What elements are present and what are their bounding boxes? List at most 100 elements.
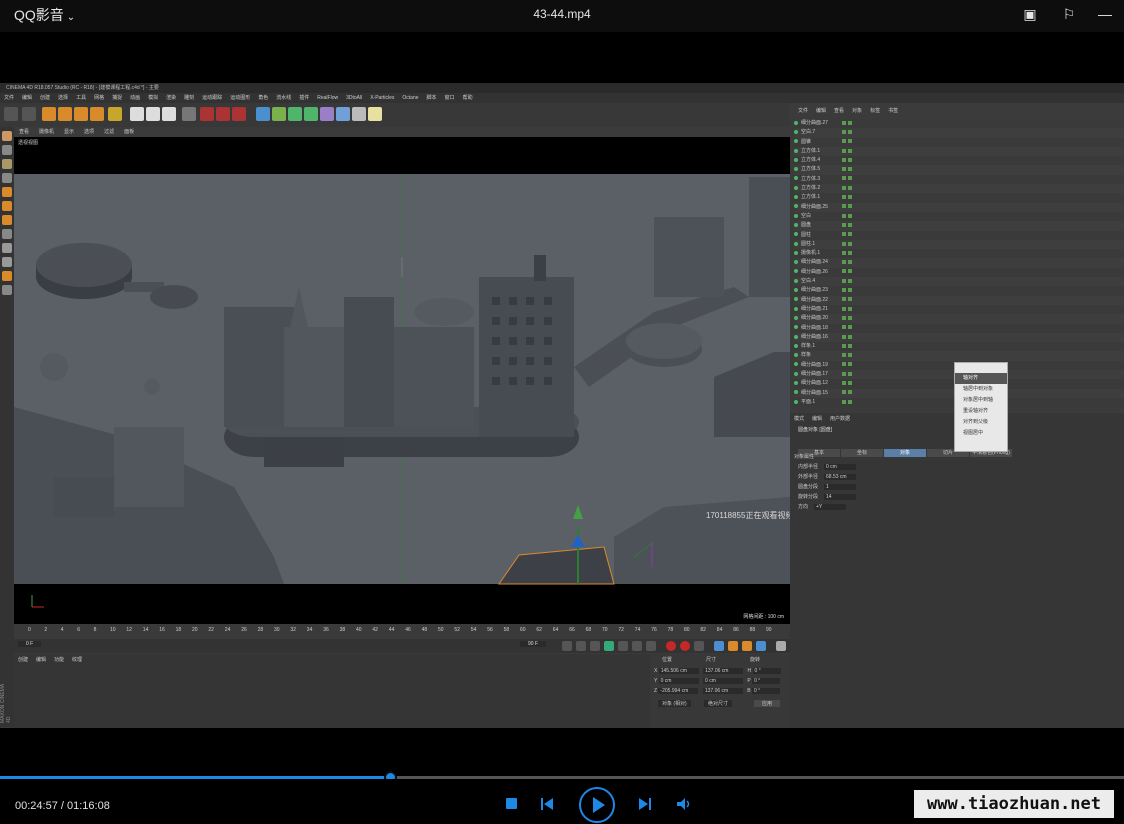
timeline-menu-icon[interactable] xyxy=(776,641,786,651)
menu-item[interactable]: 文件 xyxy=(4,95,14,101)
object-flags[interactable] xyxy=(842,314,854,323)
visibility-icon[interactable] xyxy=(842,288,846,293)
object-list-item[interactable]: 圆锥 xyxy=(794,137,1124,147)
object-list-item[interactable]: 细分曲面.25 xyxy=(794,202,1124,212)
visibility-icon[interactable] xyxy=(842,250,846,255)
position-field[interactable]: 145.506 cm xyxy=(658,668,699,674)
object-list-item[interactable]: 立方体.1 xyxy=(794,193,1124,203)
object-flags[interactable] xyxy=(842,119,854,128)
texture-icon[interactable] xyxy=(2,159,12,169)
model-icon[interactable] xyxy=(2,145,12,155)
pen-icon[interactable] xyxy=(272,107,286,121)
array-icon[interactable] xyxy=(304,107,318,121)
timeline[interactable]: 0 2 4 6 8 10 12 14 16 18 20 22 24 26 28 30 32 34 36 38 40 42 4… xyxy=(14,624,790,654)
visibility-icon[interactable] xyxy=(842,176,846,181)
key-scale-icon[interactable] xyxy=(728,641,738,651)
object-flags[interactable] xyxy=(842,231,854,240)
light-icon[interactable] xyxy=(368,107,382,121)
render-flag-icon[interactable] xyxy=(848,362,852,367)
visibility-icon[interactable] xyxy=(842,390,846,395)
subdivision-icon[interactable] xyxy=(288,107,302,121)
rotation-field[interactable]: 0 ° xyxy=(752,668,781,674)
visibility-icon[interactable] xyxy=(842,260,846,265)
y-axis-icon[interactable] xyxy=(146,107,160,121)
om-menu-item[interactable]: 标签 xyxy=(870,108,880,114)
position-field[interactable]: -205.994 cm xyxy=(658,688,699,694)
object-list-item[interactable]: 细分曲面.20 xyxy=(794,314,1124,324)
context-menu-item[interactable]: 轴居中到对象 xyxy=(955,384,1007,395)
attr-value-field[interactable]: 14 xyxy=(824,494,857,500)
render-flag-icon[interactable] xyxy=(848,157,852,162)
material-menu-item[interactable]: 编辑 xyxy=(36,657,46,663)
menu-item[interactable]: 窗口 xyxy=(445,95,455,101)
object-flags[interactable] xyxy=(842,175,854,184)
visibility-icon[interactable] xyxy=(842,148,846,153)
attr-menu-item[interactable]: 模式 xyxy=(794,416,804,422)
visibility-icon[interactable] xyxy=(842,213,846,218)
object-flags[interactable] xyxy=(842,351,854,360)
menu-item[interactable]: 动画 xyxy=(130,95,140,101)
render-flag-icon[interactable] xyxy=(848,139,852,144)
rotation-field[interactable]: 0 ° xyxy=(751,688,780,694)
object-list-item[interactable]: 圆盘 xyxy=(794,221,1124,231)
magnet-icon[interactable] xyxy=(2,271,12,281)
object-list-item[interactable]: 立方体.5 xyxy=(794,165,1124,175)
visibility-icon[interactable] xyxy=(842,157,846,162)
go-end-icon[interactable] xyxy=(646,641,656,651)
snap-icon[interactable] xyxy=(2,243,12,253)
render-flag-icon[interactable] xyxy=(848,390,852,395)
scale-icon[interactable] xyxy=(74,107,88,121)
object-flags[interactable] xyxy=(842,286,854,295)
render-flag-icon[interactable] xyxy=(848,185,852,190)
deformer-icon[interactable] xyxy=(320,107,334,121)
points-icon[interactable] xyxy=(2,187,12,197)
menu-item[interactable]: 工具 xyxy=(76,95,86,101)
redo-icon[interactable] xyxy=(22,107,36,121)
next-icon[interactable] xyxy=(638,797,652,811)
menu-item[interactable]: 创建 xyxy=(40,95,50,101)
context-menu-item[interactable]: 轴对齐 xyxy=(955,373,1007,384)
key-param-icon[interactable] xyxy=(756,641,766,651)
visibility-icon[interactable] xyxy=(842,380,846,385)
render-flag-icon[interactable] xyxy=(848,334,852,339)
visibility-icon[interactable] xyxy=(842,325,846,330)
z-axis-icon[interactable] xyxy=(162,107,176,121)
render-flag-icon[interactable] xyxy=(848,399,852,404)
visibility-icon[interactable] xyxy=(842,232,846,237)
object-flags[interactable] xyxy=(842,193,854,202)
render-flag-icon[interactable] xyxy=(848,195,852,200)
play-button[interactable] xyxy=(578,786,616,824)
select-icon[interactable] xyxy=(42,107,56,121)
viewport-menu-item[interactable]: 摄像机 xyxy=(39,129,54,135)
render-flag-icon[interactable] xyxy=(848,204,852,209)
om-menu-item[interactable]: 编辑 xyxy=(816,108,826,114)
object-flags[interactable] xyxy=(842,361,854,370)
object-list-item[interactable]: 细分曲面.16 xyxy=(794,332,1124,343)
visibility-icon[interactable] xyxy=(842,353,846,358)
menu-item[interactable]: 渲染 xyxy=(166,95,176,101)
size-field[interactable]: 137.06 cm xyxy=(702,688,743,694)
om-menu-item[interactable]: 查看 xyxy=(834,108,844,114)
object-flags[interactable] xyxy=(842,258,854,267)
render-flag-icon[interactable] xyxy=(848,167,852,172)
visibility-icon[interactable] xyxy=(842,269,846,274)
render-flag-icon[interactable] xyxy=(848,278,852,283)
menu-item[interactable]: 运动图形 xyxy=(230,95,250,101)
menu-item[interactable]: 插件 xyxy=(299,95,309,101)
render-settings-icon[interactable] xyxy=(232,107,246,121)
render-flag-icon[interactable] xyxy=(848,120,852,125)
object-flags[interactable] xyxy=(842,203,854,212)
workplane-icon[interactable] xyxy=(2,173,12,183)
visibility-icon[interactable] xyxy=(842,315,846,320)
menu-item[interactable]: 选择 xyxy=(58,95,68,101)
coord-mode-select[interactable]: 对象 (相对) xyxy=(658,700,691,707)
x-axis-icon[interactable] xyxy=(130,107,144,121)
object-list-item[interactable]: 圆柱.1 xyxy=(794,239,1124,250)
object-flags[interactable] xyxy=(842,249,854,258)
menu-item[interactable]: RealFlow xyxy=(317,95,338,101)
size-field[interactable]: 137.06 cm xyxy=(703,668,744,674)
object-list-item[interactable]: 细分曲面.23 xyxy=(794,286,1124,296)
render-flag-icon[interactable] xyxy=(848,129,852,134)
edges-icon[interactable] xyxy=(2,201,12,211)
object-list-item[interactable]: 细分曲面.27 xyxy=(794,119,1124,129)
